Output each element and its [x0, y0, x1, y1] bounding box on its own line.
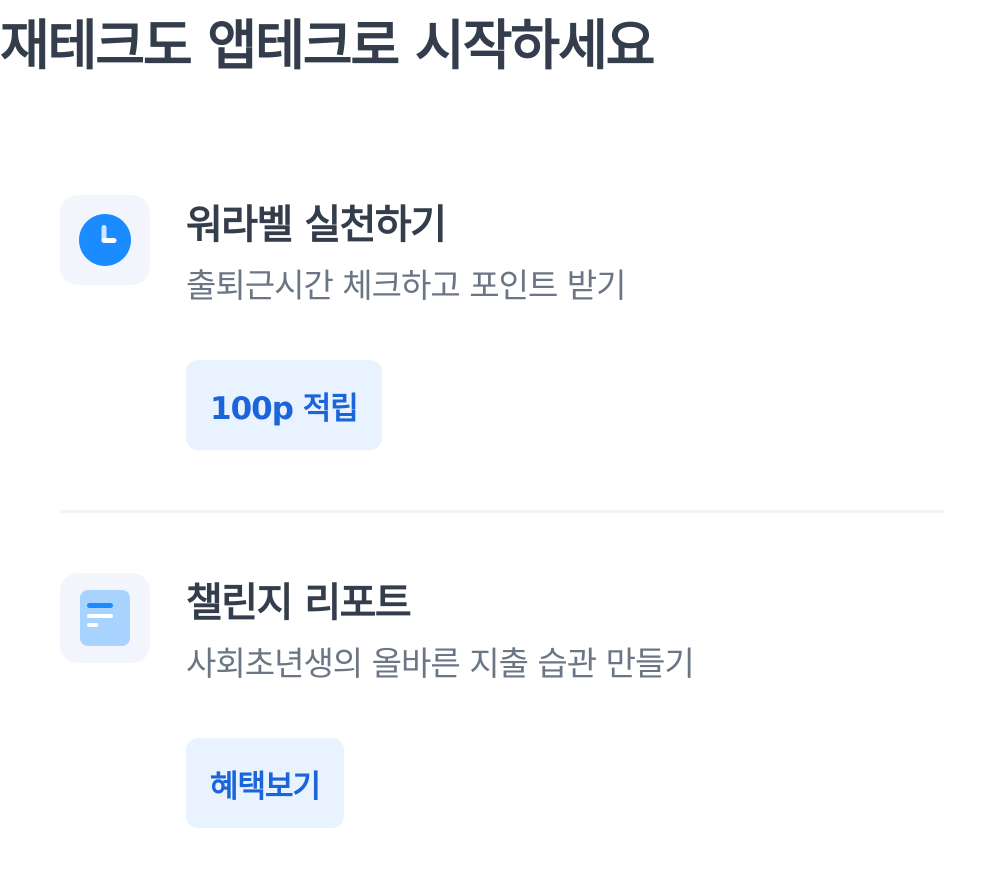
item-text: 워라벨 실천하기 출퇴근시간 체크하고 포인트 받기	[186, 195, 926, 309]
view-benefits-button[interactable]: 혜택보기	[186, 738, 345, 828]
item-description: 사회초년생의 올바른 지출 습관 만들기	[186, 644, 695, 683]
item-text: 챌린지 리포트 사회초년생의 올바른 지출 습관 만들기	[186, 573, 926, 687]
clock-icon	[79, 214, 131, 266]
earn-points-button[interactable]: 100p 적립	[186, 360, 382, 450]
item-title: 챌린지 리포트	[186, 580, 412, 626]
report-icon	[80, 590, 130, 646]
page-title: 재테크도 앱테크로 시작하세요	[0, 14, 655, 77]
item-title: 워라벨 실천하기	[186, 202, 447, 248]
divider	[60, 510, 945, 513]
item-description: 출퇴근시간 체크하고 포인트 받기	[186, 266, 627, 305]
clock-icon-box	[60, 195, 150, 285]
report-icon-box	[60, 573, 150, 663]
